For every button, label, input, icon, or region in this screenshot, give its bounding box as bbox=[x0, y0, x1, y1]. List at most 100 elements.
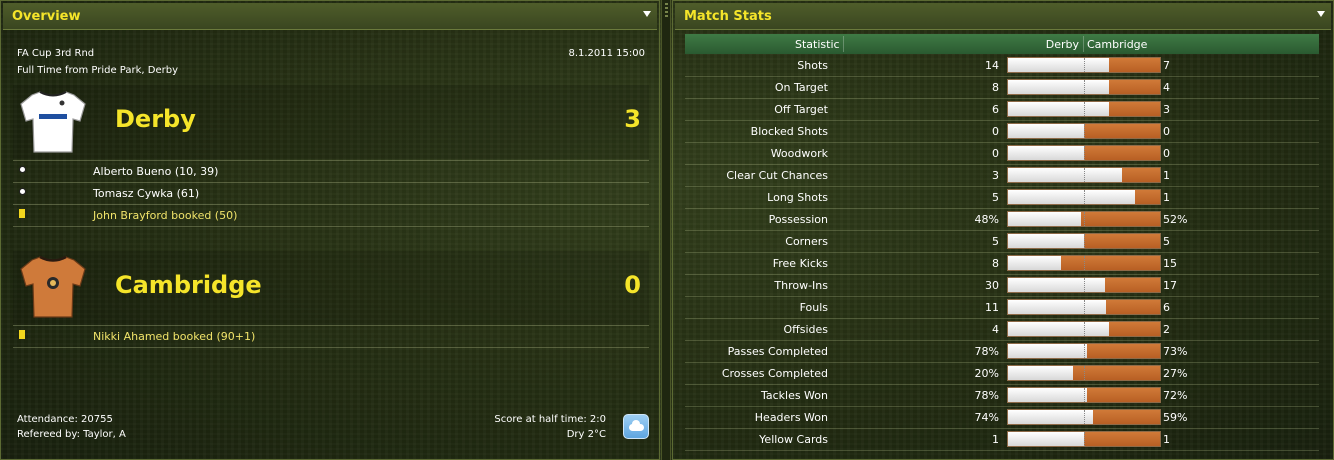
stat-label: Corners bbox=[785, 235, 828, 248]
stat-away-value: 3 bbox=[1163, 103, 1170, 116]
away-team-band bbox=[13, 251, 649, 325]
stat-comparison-bar bbox=[1007, 123, 1161, 139]
stat-row: Headers Won 74% 59% bbox=[685, 407, 1319, 429]
stat-row: Offsides 4 2 bbox=[685, 319, 1319, 341]
stat-label: On Target bbox=[774, 81, 828, 94]
stat-midline bbox=[1084, 168, 1085, 182]
competition-label: FA Cup 3rd Rnd bbox=[17, 48, 95, 59]
away-kit-icon[interactable] bbox=[18, 253, 88, 321]
stat-label: Free Kicks bbox=[772, 257, 828, 270]
away-score: 0 bbox=[624, 271, 641, 299]
stats-title-bar: Match Stats bbox=[675, 3, 1331, 30]
stats-table-header: Statistic Derby Cambridge bbox=[685, 34, 1319, 54]
stat-comparison-bar bbox=[1007, 233, 1161, 249]
stat-home-fill bbox=[1008, 300, 1106, 314]
column-header-home[interactable]: Derby bbox=[1046, 38, 1079, 51]
stats-menu-icon[interactable] bbox=[1317, 11, 1325, 17]
overview-title: Overview bbox=[12, 9, 81, 24]
stat-row: Long Shots 5 1 bbox=[685, 187, 1319, 209]
stat-midline bbox=[1084, 432, 1085, 446]
home-team-name[interactable]: Derby bbox=[115, 105, 196, 133]
stat-away-value: 4 bbox=[1163, 81, 1170, 94]
stat-midline bbox=[1084, 190, 1085, 204]
stat-label: Offsides bbox=[783, 323, 828, 336]
stat-row: Blocked Shots 0 0 bbox=[685, 121, 1319, 143]
event-text[interactable]: Nikki Ahamed booked (90+1) bbox=[93, 330, 255, 343]
event-row: John Brayford booked (50) bbox=[13, 204, 649, 227]
stat-home-value: 48% bbox=[974, 213, 999, 226]
stat-home-fill bbox=[1008, 80, 1109, 94]
yellow-card-icon bbox=[19, 209, 25, 218]
stat-row: Corners 5 5 bbox=[685, 231, 1319, 253]
stat-label: Clear Cut Chances bbox=[726, 169, 828, 182]
column-header-away[interactable]: Cambridge bbox=[1087, 38, 1147, 51]
overview-panel: Overview FA Cup 3rd Rnd 8.1.2011 15:00 F… bbox=[0, 0, 660, 460]
stat-home-value: 14 bbox=[985, 59, 999, 72]
stat-home-fill bbox=[1008, 58, 1109, 72]
yellow-card-icon bbox=[19, 330, 25, 339]
stat-midline bbox=[1084, 344, 1085, 358]
stat-home-fill bbox=[1008, 344, 1087, 358]
stat-home-value: 6 bbox=[992, 103, 999, 116]
stat-label: Headers Won bbox=[754, 411, 828, 424]
stat-comparison-bar bbox=[1007, 343, 1161, 359]
away-team-name[interactable]: Cambridge bbox=[115, 271, 262, 299]
home-kit-icon[interactable] bbox=[18, 88, 88, 156]
column-header-statistic[interactable]: Statistic bbox=[795, 38, 840, 51]
stat-home-value: 78% bbox=[974, 345, 999, 358]
stat-comparison-bar bbox=[1007, 167, 1161, 183]
stat-away-value: 5 bbox=[1163, 235, 1170, 248]
stat-label: Throw-Ins bbox=[774, 279, 828, 292]
stat-midline bbox=[1084, 234, 1085, 248]
stat-label: Passes Completed bbox=[727, 345, 828, 358]
stat-comparison-bar bbox=[1007, 299, 1161, 315]
stat-home-value: 5 bbox=[992, 191, 999, 204]
stat-midline bbox=[1084, 366, 1085, 380]
stat-home-fill bbox=[1008, 322, 1109, 336]
stat-away-value: 1 bbox=[1163, 191, 1170, 204]
stat-home-value: 30 bbox=[985, 279, 999, 292]
stat-home-value: 20% bbox=[974, 367, 999, 380]
stat-away-value: 1 bbox=[1163, 433, 1170, 446]
stat-midline bbox=[1084, 410, 1085, 424]
stat-away-value: 17 bbox=[1163, 279, 1177, 292]
event-row: Alberto Bueno (10, 39) bbox=[13, 160, 649, 182]
referee-label: Refereed by: Taylor, A bbox=[17, 429, 126, 440]
stat-away-value: 0 bbox=[1163, 125, 1170, 138]
halftime-score: Score at half time: 2:0 bbox=[494, 414, 606, 425]
panel-splitter[interactable] bbox=[661, 0, 671, 460]
stat-label: Shots bbox=[797, 59, 828, 72]
stat-row: Yellow Cards 1 1 bbox=[685, 429, 1319, 451]
stat-home-value: 11 bbox=[985, 301, 999, 314]
overview-menu-icon[interactable] bbox=[643, 11, 651, 17]
event-text[interactable]: Tomasz Cywka (61) bbox=[93, 187, 199, 200]
stat-away-value: 7 bbox=[1163, 59, 1170, 72]
stat-row: Woodwork 0 0 bbox=[685, 143, 1319, 165]
stat-midline bbox=[1084, 58, 1085, 72]
stat-comparison-bar bbox=[1007, 57, 1161, 73]
stat-home-fill bbox=[1008, 212, 1081, 226]
stat-away-value: 1 bbox=[1163, 169, 1170, 182]
stat-row: Shots 14 7 bbox=[685, 55, 1319, 77]
event-text[interactable]: John Brayford booked (50) bbox=[93, 209, 237, 222]
stat-midline bbox=[1084, 102, 1085, 116]
stat-midline bbox=[1084, 124, 1085, 138]
match-stats-panel: Match Stats Statistic Derby Cambridge Sh… bbox=[672, 0, 1334, 460]
stat-label: Yellow Cards bbox=[759, 433, 828, 446]
stat-label: Off Target bbox=[774, 103, 828, 116]
stat-comparison-bar bbox=[1007, 387, 1161, 403]
stat-home-value: 8 bbox=[992, 257, 999, 270]
stat-label: Long Shots bbox=[767, 191, 828, 204]
stat-comparison-bar bbox=[1007, 409, 1161, 425]
stat-label: Blocked Shots bbox=[750, 125, 828, 138]
stat-comparison-bar bbox=[1007, 211, 1161, 227]
stat-comparison-bar bbox=[1007, 145, 1161, 161]
stat-row: Crosses Completed 20% 27% bbox=[685, 363, 1319, 385]
stat-home-fill bbox=[1008, 388, 1087, 402]
event-text[interactable]: Alberto Bueno (10, 39) bbox=[93, 165, 218, 178]
stat-midline bbox=[1084, 80, 1085, 94]
stat-home-value: 3 bbox=[992, 169, 999, 182]
stat-home-value: 0 bbox=[992, 125, 999, 138]
home-score: 3 bbox=[624, 105, 641, 133]
stat-midline bbox=[1084, 322, 1085, 336]
